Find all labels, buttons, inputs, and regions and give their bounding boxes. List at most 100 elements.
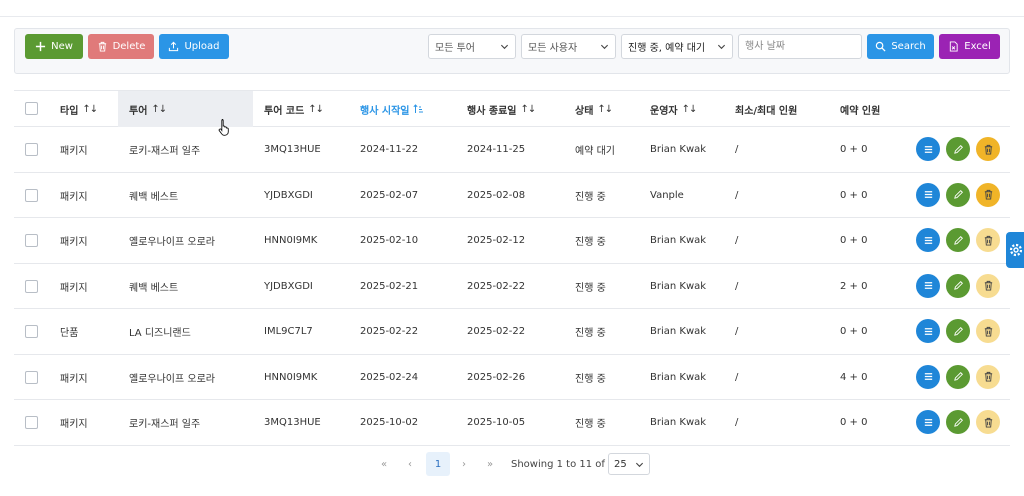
first-page-button[interactable]: « [374, 452, 394, 476]
view-details-button[interactable] [916, 273, 940, 298]
view-details-button[interactable] [916, 228, 940, 252]
row-checkbox[interactable] [25, 188, 38, 202]
upload-button-label: Upload [184, 41, 220, 52]
select-all-checkbox[interactable] [25, 102, 38, 115]
trash-icon [984, 280, 992, 291]
delete-row-button[interactable] [976, 364, 1000, 389]
cell-tour: LA 디즈니랜드 [129, 328, 191, 339]
header-start-label: 행사 시작일 [360, 105, 410, 117]
delete-row-button[interactable] [976, 182, 1000, 207]
cell-operator: Brian Kwak [650, 417, 707, 428]
row-checkbox[interactable] [25, 370, 38, 384]
edit-button[interactable] [946, 410, 970, 434]
view-details-button[interactable] [916, 137, 940, 161]
header-tour-code[interactable]: 투어 코드 ↑↓ [264, 91, 324, 127]
delete-row-button[interactable] [976, 319, 1000, 343]
delete-row-button[interactable] [976, 273, 1000, 298]
edit-button[interactable] [946, 319, 970, 343]
search-button[interactable]: Search [867, 34, 934, 59]
row-checkbox[interactable] [25, 416, 38, 429]
settings-side-tab[interactable] [1006, 232, 1024, 268]
cell-booked: 0 + 0 [840, 189, 868, 201]
search-button-label: Search [891, 41, 926, 52]
cell-minmax: / [735, 371, 739, 383]
row-checkbox[interactable] [25, 234, 38, 247]
table-row[interactable]: 패키지 옐로우나이프 오로라 HNN0I9MK 2025-02-24 2025-02-2… [14, 355, 1010, 400]
delete-row-button[interactable] [976, 410, 1000, 434]
user-filter-select[interactable]: 모든 사용자 [521, 34, 616, 59]
list-icon [924, 236, 932, 244]
header-tour[interactable]: 투어 ↑↓ [129, 91, 167, 127]
row-actions [916, 137, 1000, 161]
excel-button[interactable]: Excel [939, 34, 1000, 59]
row-checkbox[interactable] [25, 279, 38, 293]
cell-start: 2025-02-22 [360, 326, 419, 337]
row-checkbox[interactable] [25, 325, 38, 338]
trash-icon [984, 371, 992, 382]
table-row[interactable]: 패키지 퀘백 베스트 YJDBXGDI 2025-02-21 2025-02-22 진행 … [14, 264, 1010, 309]
view-details-button[interactable] [916, 410, 940, 434]
header-booked: 예약 인원 [840, 91, 880, 127]
header-operator[interactable]: 운영자 ↑↓ [650, 91, 697, 127]
pagination-info: Showing 1 to 11 of 11 [511, 458, 621, 470]
cell-booked: 0 + 0 [840, 417, 868, 428]
cell-type: 패키지 [60, 373, 88, 385]
cell-start: 2025-02-07 [360, 189, 419, 201]
cell-booked: 0 + 0 [840, 144, 868, 155]
tour-filter-select[interactable]: 모든 투어 [428, 34, 516, 59]
delete-button[interactable]: Delete [88, 34, 154, 59]
page-1-button[interactable]: 1 [426, 452, 450, 476]
page-size-select[interactable]: 25 [608, 453, 650, 475]
top-divider [0, 16, 1024, 17]
pencil-icon [953, 281, 963, 290]
header-type[interactable]: 타입 ↑↓ [60, 91, 98, 127]
delete-button-label: Delete [112, 41, 146, 52]
header-start-date[interactable]: 행사 시작일 [360, 91, 424, 127]
header-status[interactable]: 상태 ↑↓ [575, 91, 613, 127]
delete-row-button[interactable] [976, 228, 1000, 252]
header-end-label: 행사 종료일 [467, 105, 517, 117]
cell-minmax: / [735, 235, 739, 246]
cell-operator: Brian Kwak [650, 144, 707, 155]
trash-icon [984, 144, 992, 155]
cell-start: 2025-02-24 [360, 371, 419, 383]
view-details-button[interactable] [916, 182, 940, 207]
status-filter-select[interactable]: 진행 중, 예약 대기 [621, 34, 733, 59]
view-details-button[interactable] [916, 364, 940, 389]
new-button[interactable]: New [25, 34, 83, 59]
delete-row-button[interactable] [976, 137, 1000, 161]
cell-type: 패키지 [60, 146, 88, 157]
next-page-button[interactable]: › [454, 452, 474, 476]
table-row[interactable]: 패키지 옐로우나이프 오로라 HNN0I9MK 2025-02-10 2025-02-1… [14, 218, 1010, 264]
edit-button[interactable] [946, 228, 970, 252]
table-row[interactable]: 패키지 로키-재스퍼 일주 3MQ13HUE 2024-11-22 2024-11-25… [14, 127, 1010, 173]
edit-button[interactable] [946, 273, 970, 298]
upload-icon [169, 41, 179, 52]
last-page-button[interactable]: » [480, 452, 500, 476]
edit-button[interactable] [946, 137, 970, 161]
table-row[interactable]: 단품 LA 디즈니랜드 IML9C7L7 2025-02-22 2025-02-22 진행… [14, 309, 1010, 355]
row-checkbox[interactable] [25, 143, 38, 156]
row-actions [916, 364, 1000, 389]
sort-icon: ↑↓ [520, 103, 536, 115]
header-type-label: 타입 [60, 105, 79, 117]
cell-status: 예약 대기 [575, 146, 615, 157]
prev-page-button[interactable]: ‹ [400, 452, 420, 476]
edit-button[interactable] [946, 364, 970, 389]
event-date-input[interactable] [738, 34, 862, 59]
header-end-date[interactable]: 행사 종료일 ↑↓ [467, 91, 536, 127]
cell-tour: 옐로우나이프 오로라 [129, 373, 215, 385]
edit-button[interactable] [946, 182, 970, 207]
sort-ascending-icon [413, 104, 424, 113]
cell-booked: 2 + 0 [840, 280, 868, 292]
view-details-button[interactable] [916, 319, 940, 343]
table-row[interactable]: 패키지 로키-재스퍼 일주 3MQ13HUE 2025-10-02 2025-10-05… [14, 400, 1010, 446]
upload-button[interactable]: Upload [159, 34, 229, 59]
cell-status: 진행 중 [575, 373, 606, 385]
table-row[interactable]: 패키지 퀘백 베스트 YJDBXGDI 2025-02-07 2025-02-08 진행 … [14, 173, 1010, 218]
cell-booked: 0 + 0 [840, 326, 868, 337]
cell-minmax: / [735, 189, 739, 201]
sort-icon: ↑↓ [597, 103, 613, 115]
header-booked-label: 예약 인원 [840, 105, 881, 117]
trash-icon [984, 417, 992, 428]
